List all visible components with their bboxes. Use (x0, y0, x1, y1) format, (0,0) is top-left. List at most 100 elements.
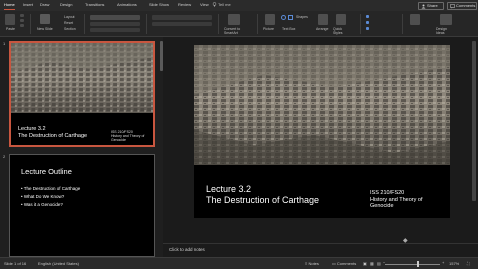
design-ideas-label: Design Ideas (436, 27, 447, 35)
reset-button[interactable]: Reset (64, 21, 73, 25)
normal-view-icon[interactable]: ▣ (363, 261, 367, 266)
layout-button[interactable]: Layout (64, 15, 75, 19)
slide-editor-canvas[interactable]: Lecture 3.2 The Destruction of Carthage … (163, 37, 478, 257)
picture-label: Picture (263, 27, 274, 31)
zoom-in-icon[interactable]: + (442, 260, 444, 265)
comments-button[interactable]: Comments (447, 2, 477, 10)
slide-2-bullet-text: The Destruction of Carthage (23, 186, 81, 191)
shapes-icon[interactable] (281, 15, 286, 20)
shapes-icon-square[interactable] (288, 15, 293, 20)
arrange-icon[interactable] (318, 14, 328, 25)
comments-toggle[interactable]: ▭ Comments (332, 261, 356, 266)
ruins-photo (194, 45, 450, 165)
status-bar: Slide 1 of 16 English (United States) ≡ … (0, 257, 478, 269)
slide-2-title: Lecture Outline (21, 167, 72, 176)
divider (218, 14, 219, 34)
slide-2-bullet-text: What Do We Know? (23, 194, 65, 199)
notes-pane[interactable]: Click to add notes (163, 243, 478, 257)
scrollbar-handle[interactable] (472, 41, 476, 201)
tab-slide-show[interactable]: Slide Show (149, 2, 169, 7)
zoom-level[interactable]: 157% (449, 261, 459, 266)
slide-number-2: 2 (3, 154, 6, 159)
font-name-box[interactable] (90, 15, 140, 20)
tab-view[interactable]: View (200, 2, 209, 7)
paste-icon[interactable] (5, 14, 15, 25)
divider (360, 14, 361, 34)
font-effects-row[interactable] (90, 28, 140, 32)
ribbon: Paste New Slide Layout Reset Section Con… (0, 11, 478, 37)
new-slide-label: New Slide (37, 27, 53, 31)
tab-transitions[interactable]: Transitions (85, 2, 104, 7)
divider (146, 14, 147, 34)
font-format-row[interactable] (90, 22, 140, 26)
copy-icon[interactable] (20, 19, 24, 22)
fit-to-window-icon[interactable]: ⛶ (467, 261, 470, 266)
quick-styles-icon[interactable] (336, 14, 346, 25)
text-box-button[interactable]: Text Box (282, 27, 295, 31)
tab-animations[interactable]: Animations (117, 2, 137, 7)
lightbulb-icon (212, 2, 217, 7)
ruins-photo (11, 43, 153, 113)
shapes-button[interactable]: Shapes (296, 15, 308, 19)
slide-1-course-name-2: Genocide (111, 138, 126, 142)
slide-thumbnail-1[interactable]: Lecture 3.2 The Destruction of Carthage … (9, 41, 155, 147)
notes-placeholder[interactable]: Click to add notes (169, 247, 205, 252)
ribbon-tabs: Home Insert Draw Design Transitions Anim… (0, 0, 478, 11)
picture-icon[interactable] (265, 14, 275, 25)
slide-1-title-line-1: Lecture 3.2 (18, 126, 46, 132)
slide-2-bullet: • What Do We Know? (21, 194, 65, 199)
arrange-label: Arrange (316, 27, 329, 31)
shape-effects-icon[interactable] (366, 27, 369, 30)
smartart-icon[interactable] (228, 14, 240, 25)
slide-title[interactable]: Lecture 3.2 The Destruction of Carthage (206, 184, 319, 206)
slide-1-title-line-2: The Destruction of Carthage (18, 133, 88, 139)
notes-toggle[interactable]: ≡ Notes (305, 261, 319, 266)
comments-label: Comments (456, 3, 476, 8)
divider (30, 14, 31, 34)
paragraph-row[interactable] (152, 15, 212, 20)
format-painter-icon[interactable] (20, 24, 24, 27)
share-label: Share (427, 3, 438, 8)
alignment-row[interactable] (152, 22, 212, 26)
tell-me-search[interactable]: Tell me (218, 2, 231, 7)
slide-title-line-2: The Destruction of Carthage (206, 195, 320, 205)
dictate-icon[interactable] (410, 14, 420, 25)
shape-outline-icon[interactable] (366, 21, 369, 24)
tab-review[interactable]: Review (178, 2, 191, 7)
zoom-slider-thumb[interactable] (417, 261, 419, 267)
share-icon (421, 4, 426, 9)
divider (257, 14, 258, 34)
cut-icon[interactable] (20, 14, 24, 17)
shape-fill-icon[interactable] (366, 15, 369, 18)
quick-styles-label: Quick Styles (333, 27, 343, 35)
slide-2-bullet: • Was it a Genocide? (21, 202, 63, 207)
comment-icon (450, 4, 455, 9)
slide-1-title: Lecture 3.2 The Destruction of Carthage (18, 126, 87, 140)
slide-title-line-1: Lecture 3.2 (206, 184, 252, 194)
tab-home[interactable]: Home (4, 2, 15, 10)
canvas-scrollbar[interactable] (472, 37, 476, 237)
paste-label: Paste (6, 27, 15, 31)
zoom-slider[interactable] (385, 264, 440, 265)
tab-insert[interactable]: Insert (23, 2, 33, 7)
divider (402, 14, 403, 34)
new-slide-icon[interactable] (40, 14, 50, 24)
design-ideas-icon[interactable] (440, 14, 452, 25)
slide-2-bullet: • The Destruction of Carthage (21, 186, 81, 191)
reading-view-icon[interactable]: ▤ (377, 261, 381, 266)
slide-1-course: ISS 210/FS20 History and Theory of Genoc… (111, 130, 144, 142)
slide-count: Slide 1 of 16 (4, 261, 27, 266)
tab-design[interactable]: Design (60, 2, 72, 7)
course-name-line-2: Genocide (370, 203, 394, 209)
section-button[interactable]: Section (64, 27, 76, 31)
slide-thumbnail-2[interactable]: Lecture Outline • The Destruction of Car… (9, 154, 155, 257)
share-button[interactable]: Share (418, 2, 444, 10)
divider (84, 14, 85, 34)
current-slide[interactable]: Lecture 3.2 The Destruction of Carthage … (194, 45, 450, 218)
tab-draw[interactable]: Draw (40, 2, 49, 7)
slide-subtitle[interactable]: ISS 210/FS20 History and Theory of Genoc… (370, 190, 422, 210)
slide-sorter-icon[interactable]: ▦ (370, 261, 374, 266)
slide-thumbnails-pane[interactable]: 1 Lecture 3.2 The Destruction of Carthag… (0, 37, 163, 257)
language-status[interactable]: English (United States) (38, 261, 79, 266)
comments-toggle-label: Comments (336, 261, 357, 266)
